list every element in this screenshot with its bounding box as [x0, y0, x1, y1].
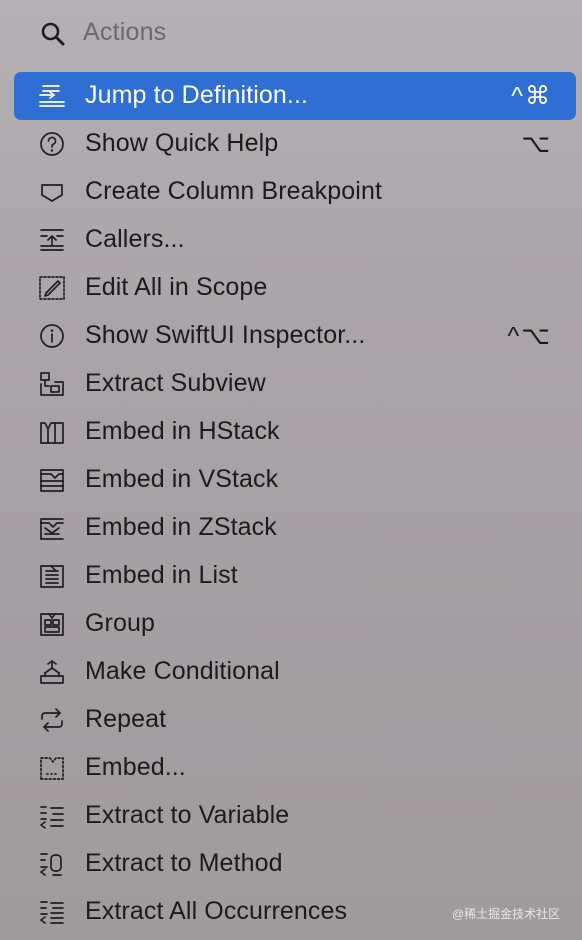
menu-item-label: Embed in HStack: [85, 417, 280, 445]
menu-item-label: Callers...: [85, 225, 185, 253]
menu-item-label: Extract to Method: [85, 849, 283, 877]
menu-item-label: Jump to Definition...: [85, 81, 309, 109]
info-circle-icon: [37, 322, 67, 350]
menu-item-edit-all-in-scope[interactable]: Edit All in Scope: [0, 264, 582, 312]
menu-item-label: Make Conditional: [85, 657, 280, 685]
menu-item-label: Embed in List: [85, 561, 238, 589]
menu-item-repeat[interactable]: Repeat: [0, 696, 582, 744]
hstack-icon: [37, 418, 67, 446]
menu-item-label: Extract to Variable: [85, 801, 290, 829]
menu-item-extract-subview[interactable]: Extract Subview: [0, 360, 582, 408]
actions-list: Jump to Definition... ^⌘ Show Quick Help ⌥ C…: [0, 72, 582, 936]
search-placeholder[interactable]: Actions: [83, 18, 166, 47]
menu-item-embed[interactable]: Embed...: [0, 744, 582, 792]
menu-item-label: Extract Subview: [85, 369, 266, 397]
group-icon: [37, 610, 67, 638]
menu-item-callers[interactable]: Callers...: [0, 216, 582, 264]
vstack-icon: [37, 466, 67, 494]
keyboard-shortcut: ^⌥: [507, 322, 552, 350]
breakpoint-icon: [37, 178, 67, 206]
actions-menu: Actions Jump to Definition... ^⌘ Show Quic…: [0, 0, 582, 940]
extract-subview-icon: [37, 370, 67, 398]
menu-item-embed-in-vstack[interactable]: Embed in VStack: [0, 456, 582, 504]
keyboard-shortcut: ^⌘: [511, 82, 552, 110]
menu-item-embed-in-zstack[interactable]: Embed in ZStack: [0, 504, 582, 552]
menu-item-embed-in-list[interactable]: Embed in List: [0, 552, 582, 600]
menu-item-label: Embed in ZStack: [85, 513, 277, 541]
menu-item-create-column-breakpoint[interactable]: Create Column Breakpoint: [0, 168, 582, 216]
menu-item-label: Embed in VStack: [85, 465, 279, 493]
menu-item-label: Edit All in Scope: [85, 273, 268, 301]
menu-item-make-conditional[interactable]: Make Conditional: [0, 648, 582, 696]
menu-item-embed-in-hstack[interactable]: Embed in HStack: [0, 408, 582, 456]
menu-item-label: Extract All Occurrences: [85, 897, 348, 925]
keyboard-shortcut: ⌥: [521, 130, 552, 158]
jump-to-definition-icon: [37, 82, 67, 110]
menu-item-jump-to-definition[interactable]: Jump to Definition... ^⌘: [0, 72, 582, 120]
menu-item-show-swiftui-inspector[interactable]: Show SwiftUI Inspector... ^⌥: [0, 312, 582, 360]
zstack-icon: [37, 514, 67, 542]
menu-item-extract-to-variable[interactable]: Extract to Variable: [0, 792, 582, 840]
edit-scope-icon: [37, 274, 67, 302]
repeat-icon: [37, 706, 67, 734]
question-circle-icon: [37, 130, 67, 158]
extract-variable-icon: [37, 802, 67, 830]
actions-search[interactable]: Actions: [0, 9, 582, 57]
embed-icon: [37, 754, 67, 782]
extract-method-icon: [37, 850, 67, 878]
callers-icon: [37, 226, 67, 254]
menu-item-label: Embed...: [85, 753, 186, 781]
extract-all-icon: [37, 898, 67, 926]
menu-item-group[interactable]: Group: [0, 600, 582, 648]
menu-item-label: Create Column Breakpoint: [85, 177, 382, 205]
menu-item-label: Repeat: [85, 705, 167, 733]
search-icon: [40, 21, 66, 47]
menu-item-label: Show Quick Help: [85, 129, 279, 157]
menu-item-show-quick-help[interactable]: Show Quick Help ⌥: [0, 120, 582, 168]
conditional-icon: [37, 658, 67, 686]
watermark: @稀土掘金技术社区: [452, 907, 561, 921]
list-icon: [37, 562, 67, 590]
menu-item-label: Show SwiftUI Inspector...: [85, 321, 366, 349]
menu-item-extract-to-method[interactable]: Extract to Method: [0, 840, 582, 888]
menu-item-label: Group: [85, 609, 155, 637]
